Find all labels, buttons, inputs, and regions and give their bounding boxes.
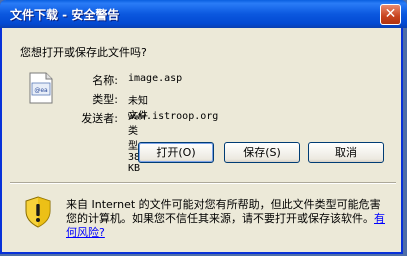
close-icon: ✕ bbox=[384, 6, 397, 22]
from-value: www.istroop.org bbox=[128, 111, 219, 122]
name-value: image.asp bbox=[128, 73, 183, 84]
download-dialog: 文件下载 - 安全警告 ✕ 您想打开或保存此文件吗? @ea 名称: image… bbox=[0, 0, 407, 254]
dialog-question: 您想打开或保存此文件吗? bbox=[20, 46, 147, 59]
window-title: 文件下载 - 安全警告 bbox=[10, 8, 120, 22]
type-label: 类型: bbox=[92, 93, 118, 106]
warning-text: 来自 Internet 的文件可能对您有所帮助，但此文件类型可能危害您的计算机。… bbox=[66, 198, 381, 225]
title-bar[interactable]: 文件下载 - 安全警告 ✕ bbox=[0, 0, 407, 28]
close-button[interactable]: ✕ bbox=[380, 4, 401, 25]
cancel-button[interactable]: 取消 bbox=[308, 142, 384, 163]
open-button[interactable]: 打开(O) bbox=[138, 142, 214, 163]
divider bbox=[10, 182, 396, 184]
name-label: 名称: bbox=[92, 74, 118, 87]
shield-warning-icon bbox=[25, 196, 51, 228]
from-label: 发送者: bbox=[81, 112, 118, 125]
save-button[interactable]: 保存(S) bbox=[224, 142, 300, 163]
svg-text:@ea: @ea bbox=[34, 87, 48, 94]
security-warning: 来自 Internet 的文件可能对您有所帮助，但此文件类型可能危害您的计算机。… bbox=[66, 198, 386, 240]
file-icon: @ea bbox=[29, 72, 53, 104]
